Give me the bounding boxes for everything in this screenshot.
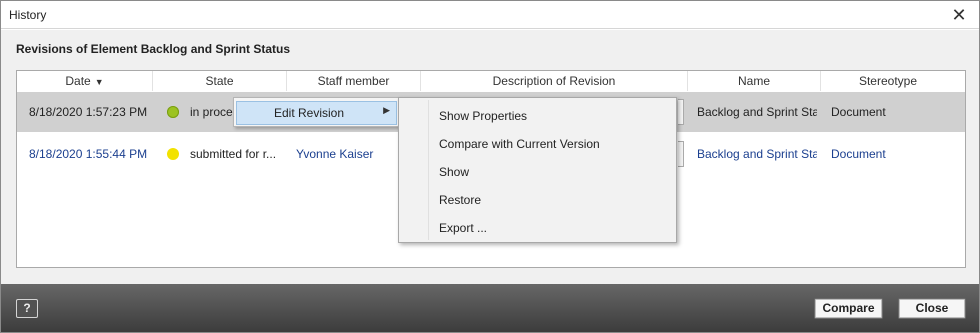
window-title: History <box>9 8 47 22</box>
menu-item-restore[interactable]: Restore <box>439 190 481 210</box>
menu-item-export[interactable]: Export ... <box>439 218 487 238</box>
column-header-description[interactable]: Description of Revision <box>421 71 688 91</box>
close-icon[interactable]: ✕ <box>949 5 969 25</box>
column-header-state[interactable]: State <box>153 71 287 91</box>
title-bar: History ✕ <box>1 1 979 29</box>
context-submenu: Show Properties Compare with Current Ver… <box>398 97 677 243</box>
column-header-stereotype[interactable]: Stereotype <box>821 71 955 91</box>
help-button[interactable]: ? <box>16 299 38 318</box>
compare-button[interactable]: Compare <box>814 298 883 319</box>
menu-item-edit-revision[interactable]: Edit Revision ▶ <box>236 101 397 125</box>
menu-item-show-properties[interactable]: Show Properties <box>439 106 527 126</box>
description-scroll-handle[interactable] <box>678 141 684 167</box>
row-name: Backlog and Sprint Stat <box>697 147 817 161</box>
menu-gutter <box>428 100 429 240</box>
close-button[interactable]: Close <box>898 298 966 319</box>
sort-down-icon: ▼ <box>94 77 104 87</box>
state-indicator-icon <box>167 106 179 118</box>
menu-item-show[interactable]: Show <box>439 162 469 182</box>
row-date: 8/18/2020 1:57:23 PM <box>29 105 148 119</box>
row-state: submitted for r... <box>190 147 277 161</box>
state-indicator-icon <box>167 148 179 160</box>
dialog-heading: Revisions of Element Backlog and Sprint … <box>16 42 291 56</box>
row-stereotype: Document <box>831 147 886 161</box>
menu-item-compare-current[interactable]: Compare with Current Version <box>439 134 600 154</box>
submenu-arrow-icon: ▶ <box>383 105 390 115</box>
column-header-date[interactable]: Date ▼ <box>17 71 153 91</box>
row-date: 8/18/2020 1:55:44 PM <box>29 147 148 161</box>
description-scroll-handle[interactable] <box>678 99 684 125</box>
column-header-staff[interactable]: Staff member <box>287 71 421 91</box>
column-header-date-label: Date <box>65 74 91 88</box>
context-menu: Edit Revision ▶ <box>233 97 400 127</box>
grid-header: Date ▼ State Staff member Description of … <box>17 71 965 91</box>
row-name: Backlog and Sprint Stat <box>697 105 817 119</box>
row-stereotype: Document <box>831 105 886 119</box>
menu-item-label: Edit Revision <box>274 106 345 120</box>
column-header-name[interactable]: Name <box>688 71 821 91</box>
dialog-footer: ? Compare Close <box>1 284 979 332</box>
